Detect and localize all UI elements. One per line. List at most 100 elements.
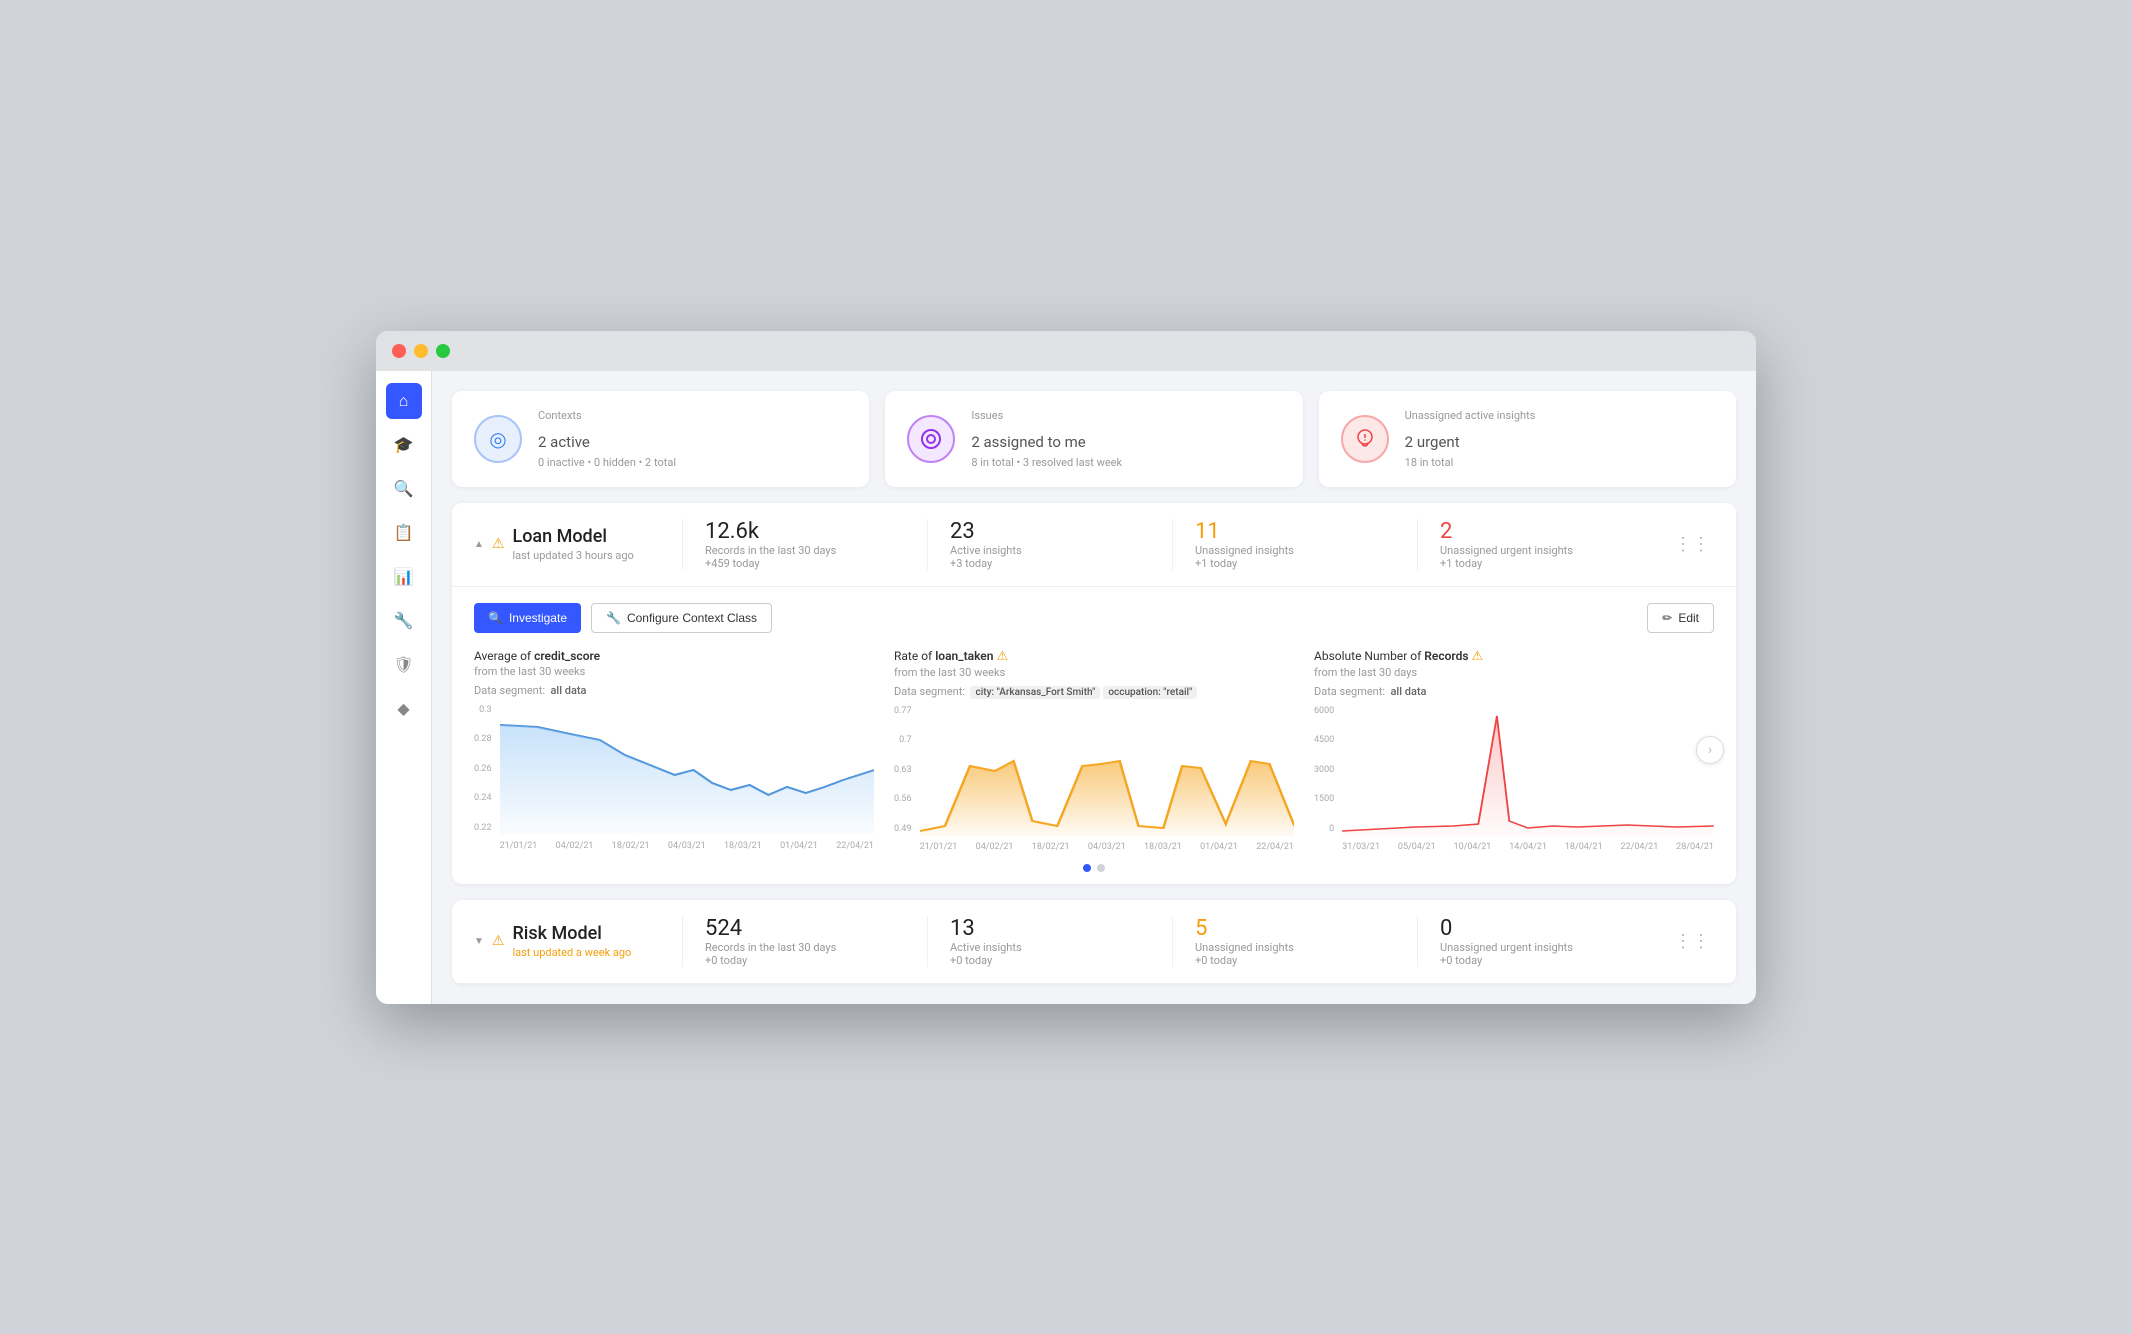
loan-stat-urgent-sub: +1 today [1440,557,1640,570]
risk-model-card: ▼ ⚠ Risk Model last updated a week ago 5… [452,900,1736,984]
edit-button[interactable]: ✏ Edit [1647,603,1714,633]
loan-stat-records-label: Records in the last 30 days [705,544,905,557]
risk-model-more-icon[interactable]: ⋮⋮ [1670,927,1714,956]
sidebar-item-search[interactable]: 🔍 [386,471,422,507]
stats-row: ◎ Contexts 2 active 0 inactive • 0 hidde… [452,391,1736,487]
stat-card-issues: Issues 2 assigned to me 8 in total • 3 r… [885,391,1302,487]
risk-stat-unassigned-value: 5 [1195,916,1395,941]
loan-stat-active: 23 Active insights +3 today [927,519,1172,570]
risk-model-warning-icon: ⚠ [492,933,505,949]
titlebar [376,331,1756,371]
table-icon: 📊 [394,567,414,586]
chart2-segment: Data segment: city: "Arkansas_Fort Smith… [894,685,1294,698]
chart-records: Absolute Number of Records ⚠ from the la… [1314,649,1714,852]
risk-model-header-left: ▼ ⚠ Risk Model last updated a week ago [474,923,674,959]
risk-stat-urgent-value: 0 [1440,916,1640,941]
insights-sub: 18 in total [1405,456,1536,469]
configure-button[interactable]: 🔧 Configure Context Class [591,603,772,633]
contexts-label: Contexts [538,409,676,422]
risk-model-header: ▼ ⚠ Risk Model last updated a week ago 5… [452,900,1736,984]
issues-value: 2 assigned to me [971,426,1122,452]
chart3-subtitle: from the last 30 days [1314,666,1714,679]
stat-card-contexts: ◎ Contexts 2 active 0 inactive • 0 hidde… [452,391,869,487]
loan-stat-urgent: 2 Unassigned urgent insights +1 today [1417,519,1662,570]
risk-model-name-block: Risk Model last updated a week ago [512,923,631,959]
issues-sub: 8 in total • 3 resolved last week [971,456,1122,469]
chart1-x-labels: 21/01/2104/02/2118/02/2104/03/2118/03/21… [500,841,874,851]
contexts-icon: ◎ [474,415,522,463]
dot-1[interactable] [1083,864,1091,872]
contexts-value: 2 active [538,426,676,452]
star-icon: ◆ [397,699,409,718]
investigate-icon: 🔍 [488,611,503,625]
risk-stat-records-sub: +0 today [705,954,905,967]
sidebar-item-settings[interactable]: 🔧 [386,603,422,639]
home-icon: ⌂ [399,391,409,411]
risk-stat-active-value: 13 [950,916,1150,941]
sidebar-item-report[interactable]: 📋 [386,515,422,551]
chart3-svg [1342,706,1714,836]
loan-model-name-block: Loan Model last updated 3 hours ago [512,526,633,562]
risk-stat-unassigned-label: Unassigned insights [1195,941,1395,954]
risk-stat-unassigned-sub: +0 today [1195,954,1395,967]
chart2-x-labels: 21/01/2104/02/2118/02/2104/03/2118/03/21… [920,842,1294,852]
configure-icon: 🔧 [606,611,621,625]
risk-model-updated: last updated a week ago [512,946,631,959]
insights-info: Unassigned active insights 2 urgent 18 i… [1405,409,1536,469]
risk-stat-active: 13 Active insights +0 today [927,916,1172,967]
stat-card-insights: Unassigned active insights 2 urgent 18 i… [1319,391,1736,487]
chart-pagination-dots [474,864,1714,872]
chart-toolbar-left: 🔍 Investigate 🔧 Configure Context Class [474,603,772,633]
insights-icon [1341,415,1389,463]
risk-model-stats: 524 Records in the last 30 days +0 today… [682,916,1662,967]
maximize-button[interactable] [436,344,450,358]
sidebar-item-learn[interactable]: 🎓 [386,427,422,463]
loan-model-chevron[interactable]: ▲ [474,539,484,550]
search-icon: 🔍 [394,479,414,498]
loan-model-name: Loan Model [512,526,633,547]
edit-icon: ✏ [1662,611,1672,625]
sidebar-item-shield[interactable]: 🛡 [386,647,422,683]
issues-info: Issues 2 assigned to me 8 in total • 3 r… [971,409,1122,469]
loan-model-stats: 12.6k Records in the last 30 days +459 t… [682,519,1662,570]
investigate-button[interactable]: 🔍 Investigate [474,603,581,633]
chart3-title: Absolute Number of Records ⚠ [1314,649,1714,664]
app-layout: ⌂ 🎓 🔍 📋 📊 🔧 🛡 ◆ [376,371,1756,1004]
risk-stat-urgent: 0 Unassigned urgent insights +0 today [1417,916,1662,967]
chart-loan-taken: Rate of loan_taken ⚠ from the last 30 we… [894,649,1294,852]
risk-stat-urgent-sub: +0 today [1440,954,1640,967]
loan-stat-unassigned-sub: +1 today [1195,557,1395,570]
loan-stat-urgent-value: 2 [1440,519,1640,544]
loan-stat-records-value: 12.6k [705,519,905,544]
loan-stat-active-sub: +3 today [950,557,1150,570]
sidebar-item-table[interactable]: 📊 [386,559,422,595]
loan-stat-unassigned-value: 11 [1195,519,1395,544]
chart2-svg [920,706,1294,836]
loan-stat-records: 12.6k Records in the last 30 days +459 t… [682,519,927,570]
app-window: ⌂ 🎓 🔍 📋 📊 🔧 🛡 ◆ [376,331,1756,1004]
risk-stat-active-sub: +0 today [950,954,1150,967]
minimize-button[interactable] [414,344,428,358]
sidebar-item-star[interactable]: ◆ [386,691,422,727]
chart-nav-next[interactable]: › [1696,736,1724,764]
loan-stat-urgent-label: Unassigned urgent insights [1440,544,1640,557]
dot-2[interactable] [1097,864,1105,872]
close-button[interactable] [392,344,406,358]
issues-icon [907,415,955,463]
risk-stat-urgent-label: Unassigned urgent insights [1440,941,1640,954]
risk-stat-active-label: Active insights [950,941,1150,954]
chart1-title: Average of credit_score [474,649,874,663]
loan-model-card: ▲ ⚠ Loan Model last updated 3 hours ago … [452,503,1736,884]
main-content: ◎ Contexts 2 active 0 inactive • 0 hidde… [432,371,1756,1004]
chart-toolbar: 🔍 Investigate 🔧 Configure Context Class … [474,603,1714,633]
risk-model-chevron[interactable]: ▼ [474,936,484,947]
learn-icon: 🎓 [394,435,414,454]
loan-model-header: ▲ ⚠ Loan Model last updated 3 hours ago … [452,503,1736,587]
loan-model-chart-area: 🔍 Investigate 🔧 Configure Context Class … [452,587,1736,884]
risk-stat-records-value: 524 [705,916,905,941]
sidebar-item-home[interactable]: ⌂ [386,383,422,419]
loan-model-more-icon[interactable]: ⋮⋮ [1670,530,1714,559]
chart3-segment: Data segment: all data [1314,685,1714,698]
loan-model-header-left: ▲ ⚠ Loan Model last updated 3 hours ago [474,526,674,562]
loan-stat-active-value: 23 [950,519,1150,544]
